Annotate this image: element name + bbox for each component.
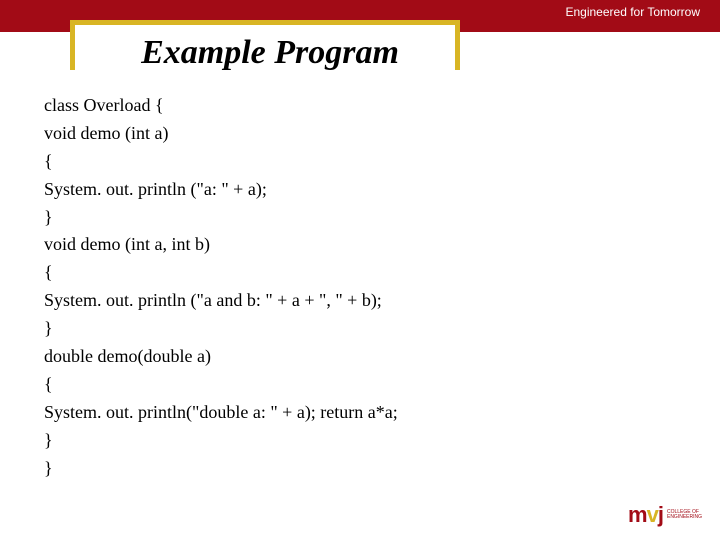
code-line: { — [44, 148, 398, 176]
code-line: void demo (int a, int b) — [44, 231, 398, 259]
code-line: } — [44, 204, 398, 232]
code-block: class Overload { void demo (int a) { Sys… — [44, 92, 398, 482]
tagline: Engineered for Tomorrow — [565, 5, 700, 19]
code-line: { — [44, 259, 398, 287]
logo-mark: mvj — [628, 502, 663, 528]
logo-subtext: College of Engineering — [667, 510, 702, 521]
code-line: System. out. println("double a: " + a); … — [44, 399, 398, 427]
slide-title: Example Program — [70, 34, 470, 72]
code-line: void demo (int a) — [44, 120, 398, 148]
logo-letter: j — [658, 502, 663, 527]
code-line: } — [44, 427, 398, 455]
code-line: } — [44, 315, 398, 343]
logo-letter: m — [628, 502, 647, 527]
logo-subtext-line: Engineering — [667, 515, 702, 521]
logo-letter: v — [647, 502, 658, 527]
logo: mvj College of Engineering — [628, 502, 702, 528]
code-line: } — [44, 455, 398, 483]
code-line: { — [44, 371, 398, 399]
code-line: double demo(double a) — [44, 343, 398, 371]
code-line: System. out. println ("a and b: " + a + … — [44, 287, 398, 315]
code-line: class Overload { — [44, 92, 398, 120]
code-line: System. out. println ("a: " + a); — [44, 176, 398, 204]
